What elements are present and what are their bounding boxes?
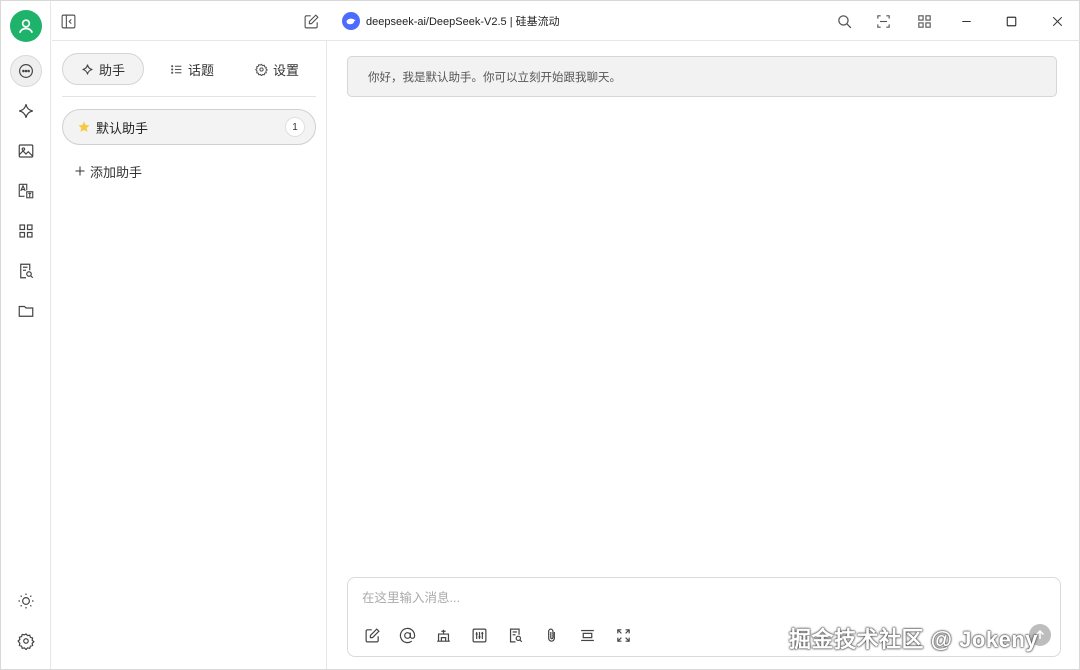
list-item[interactable]: 默认助手 1 [62, 109, 316, 145]
nav-rail [1, 1, 51, 669]
assistant-name: 默认助手 [96, 120, 149, 136]
add-assistant-button[interactable]: 添加助手 [74, 161, 142, 181]
adjust-icon[interactable] [469, 625, 489, 645]
watermark: 掘金技术社区 @ Jokeny [789, 627, 1038, 652]
at-icon[interactable] [397, 625, 417, 645]
settings-gear-icon[interactable] [10, 625, 42, 657]
minimize-icon[interactable] [956, 11, 976, 31]
model-name: deepseek-ai/DeepSeek-V2.5 | 硅基流动 [366, 16, 560, 28]
tab-topics[interactable]: 话题 [156, 53, 228, 85]
sparkle-icon[interactable] [10, 95, 42, 127]
new-topic-icon[interactable] [301, 11, 321, 31]
scan-icon[interactable] [873, 11, 893, 31]
sparkle-icon [82, 64, 93, 74]
divider [62, 96, 316, 97]
apps-icon[interactable] [914, 11, 934, 31]
grid-icon[interactable] [10, 215, 42, 247]
app-window: deepseek-ai/DeepSeek-V2.5 | 硅基流动 助手 话题 设… [0, 0, 1080, 670]
topic-count-badge: 1 [285, 117, 305, 137]
attachment-icon[interactable] [541, 625, 561, 645]
theme-sun-icon[interactable] [10, 585, 42, 617]
deepseek-logo-icon [342, 12, 360, 30]
message-input[interactable] [362, 587, 1042, 609]
tab-label: 话题 [187, 62, 214, 78]
assistant-panel: 助手 话题 设置 默认助手 1 添加助手 [52, 41, 327, 669]
image-icon[interactable] [10, 135, 42, 167]
tab-settings[interactable]: 设置 [242, 53, 312, 85]
greeting-message: 你好，我是默认助手。你可以立刻开始跟我聊天。 [347, 56, 1057, 97]
list-icon [171, 64, 182, 74]
close-icon[interactable] [1047, 11, 1067, 31]
add-assistant-label: 添加助手 [90, 164, 143, 180]
model-selector[interactable]: deepseek-ai/DeepSeek-V2.5 | 硅基流动 [342, 11, 560, 31]
star-icon [78, 121, 90, 132]
tab-label: 助手 [98, 62, 125, 78]
knowledge-icon[interactable] [433, 625, 453, 645]
translate-icon[interactable] [10, 175, 42, 207]
expand-icon[interactable] [613, 625, 633, 645]
panel-tabs: 助手 话题 设置 [62, 53, 317, 85]
sidebar-toggle-icon[interactable] [58, 11, 78, 31]
document-search-icon[interactable] [505, 625, 525, 645]
edit-icon[interactable] [362, 625, 382, 645]
folder-icon[interactable] [10, 295, 42, 327]
tab-label: 设置 [272, 62, 299, 78]
maximize-icon[interactable] [1001, 11, 1021, 31]
gear-icon [255, 63, 268, 76]
search-icon[interactable] [834, 11, 854, 31]
chat-icon[interactable] [10, 55, 42, 87]
tab-assistants[interactable]: 助手 [62, 53, 144, 85]
title-bar: deepseek-ai/DeepSeek-V2.5 | 硅基流动 [52, 1, 1080, 41]
document-search-icon[interactable] [10, 255, 42, 287]
avatar[interactable] [10, 10, 42, 42]
plus-icon [75, 166, 85, 176]
clear-icon[interactable] [577, 625, 597, 645]
